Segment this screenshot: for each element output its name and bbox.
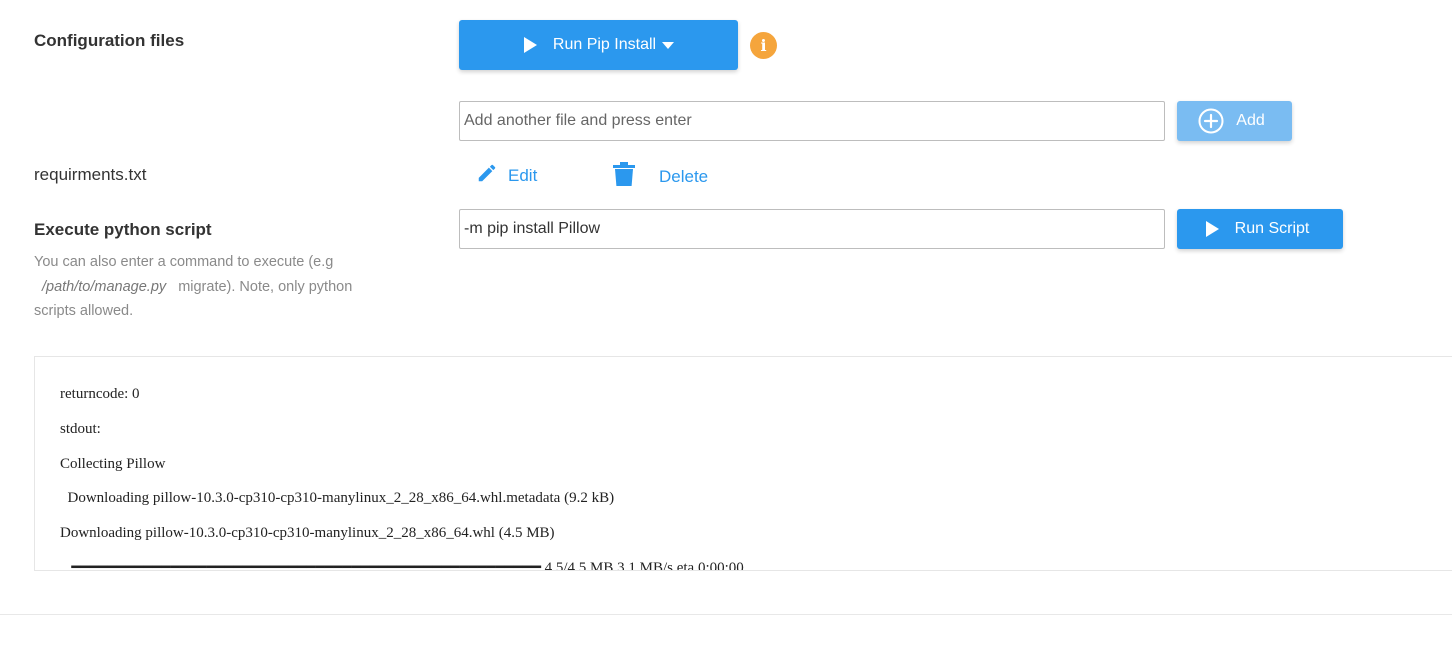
bottom-divider [0, 614, 1452, 615]
delete-file-button[interactable]: Delete [613, 162, 708, 191]
add-file-input[interactable] [459, 101, 1165, 141]
output-line: returncode: 0 [60, 386, 140, 402]
trash-icon [613, 162, 645, 191]
page: Configuration files Run Pip Install i Ad… [0, 0, 1452, 653]
edit-label: Edit [508, 165, 538, 185]
script-command-input[interactable] [459, 209, 1165, 249]
run-pip-install-button[interactable]: Run Pip Install [459, 20, 738, 70]
execute-python-script-heading: Execute python script [34, 220, 212, 239]
info-icon[interactable]: i [750, 32, 777, 59]
run-pip-install-label: Run Pip Install [552, 36, 657, 53]
help-prefix: You can also enter a command to execute … [34, 254, 334, 270]
configuration-files-heading: Configuration files [34, 31, 185, 50]
run-script-button[interactable]: Run Script [1177, 209, 1343, 249]
output-line: stdout: [60, 420, 101, 437]
output-line: ━━━━━━━━━━━━━━━━━━━━━━━━━━━━━━━━━━━━━━━━… [60, 559, 744, 571]
add-file-label: Add [1236, 112, 1265, 129]
execute-help-text: You can also enter a command to execute … [34, 250, 394, 324]
output-line: Downloading pillow-10.3.0-cp310-cp310-ma… [60, 525, 555, 542]
add-file-button[interactable]: Add [1177, 101, 1292, 141]
play-icon [523, 37, 537, 53]
caret-down-icon[interactable] [662, 41, 675, 49]
run-script-label: Run Script [1234, 220, 1310, 237]
plus-circle-icon [1198, 108, 1224, 134]
delete-label: Delete [659, 166, 709, 186]
output-line: Collecting Pillow [60, 455, 166, 472]
pencil-icon [476, 162, 508, 189]
play-icon [1205, 221, 1219, 237]
edit-file-button[interactable]: Edit [476, 162, 537, 189]
config-file-name: requirments.txt [34, 165, 147, 184]
script-output-panel[interactable]: returncode: 0 stdout: Collecting Pillow Do… [34, 356, 1452, 571]
script-output-lines: returncode: 0 stdout: Collecting Pillow Do… [60, 384, 744, 571]
help-path: /path/to/manage.py [42, 278, 167, 295]
output-line: Downloading pillow-10.3.0-cp310-cp310-ma… [60, 490, 615, 507]
info-glyph: i [760, 36, 767, 55]
